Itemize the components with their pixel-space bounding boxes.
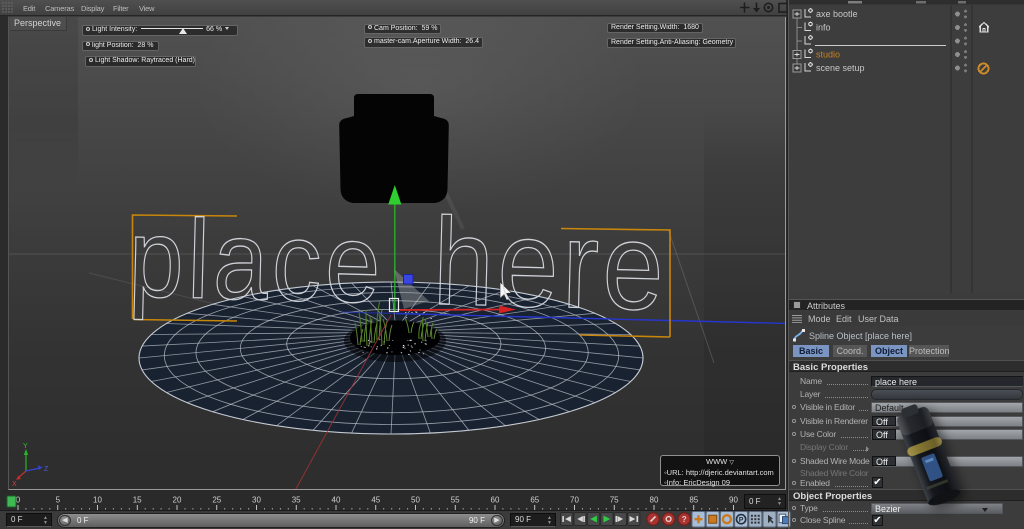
- svg-text:5: 5: [56, 496, 61, 505]
- svg-text:35: 35: [292, 496, 301, 505]
- svg-text:70: 70: [570, 496, 579, 505]
- svg-text:60: 60: [491, 496, 500, 505]
- svg-text:studio: studio: [816, 50, 840, 60]
- svg-text:scene setup: scene setup: [816, 63, 865, 73]
- svg-text:40: 40: [332, 496, 341, 505]
- svg-text:P: P: [739, 517, 744, 524]
- svg-text:20: 20: [173, 496, 182, 505]
- svg-text:85: 85: [689, 496, 698, 505]
- svg-text:75: 75: [610, 496, 619, 505]
- svg-text:50: 50: [411, 496, 420, 505]
- svg-text:?: ?: [682, 515, 687, 524]
- svg-text:25: 25: [212, 496, 221, 505]
- svg-text:55: 55: [451, 496, 460, 505]
- svg-text:45: 45: [371, 496, 380, 505]
- svg-text:axe bootle: axe bootle: [816, 9, 858, 19]
- svg-text:15: 15: [133, 496, 142, 505]
- svg-text:10: 10: [93, 496, 102, 505]
- svg-text:65: 65: [530, 496, 539, 505]
- svg-text:Y: Y: [23, 443, 28, 450]
- svg-text:0: 0: [16, 496, 21, 505]
- svg-text:Z: Z: [44, 466, 49, 473]
- svg-text:30: 30: [252, 496, 261, 505]
- svg-text:X: X: [12, 481, 17, 488]
- svg-text:90: 90: [729, 496, 738, 505]
- svg-text:80: 80: [650, 496, 659, 505]
- svg-text:info: info: [816, 23, 831, 33]
